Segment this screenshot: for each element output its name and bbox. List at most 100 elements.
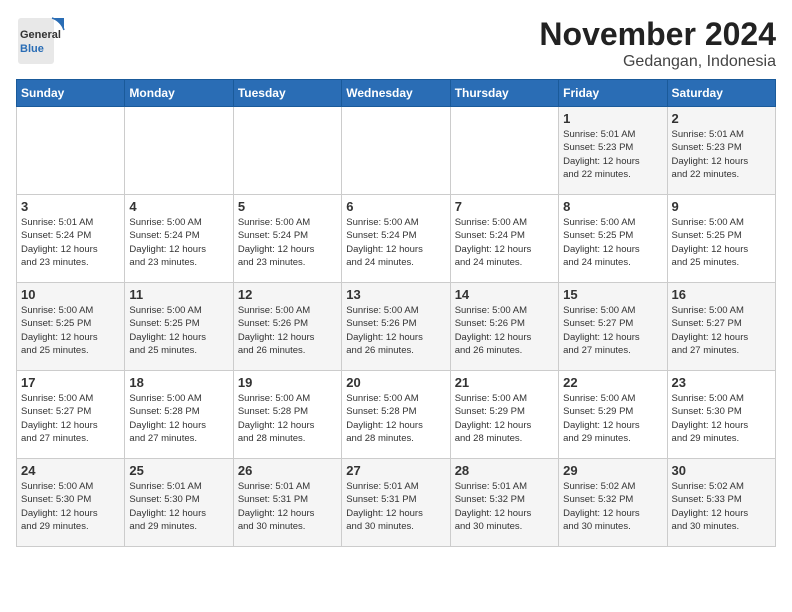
- calendar-cell: 27 Sunrise: 5:01 AM Sunset: 5:31 PM Dayli…: [342, 459, 450, 547]
- calendar-cell: 9 Sunrise: 5:00 AM Sunset: 5:25 PM Daylig…: [667, 195, 775, 283]
- calendar-cell: 21 Sunrise: 5:00 AM Sunset: 5:29 PM Dayli…: [450, 371, 558, 459]
- day-number: 26: [238, 463, 337, 478]
- day-number: 15: [563, 287, 662, 302]
- calendar-cell: 30 Sunrise: 5:02 AM Sunset: 5:33 PM Dayli…: [667, 459, 775, 547]
- logo: General Blue: [16, 16, 66, 66]
- calendar-cell: 1 Sunrise: 5:01 AM Sunset: 5:23 PM Daylig…: [559, 107, 667, 195]
- day-number: 6: [346, 199, 445, 214]
- day-number: 30: [672, 463, 771, 478]
- page-header: General Blue November 2024 Gedangan, Ind…: [16, 16, 776, 71]
- calendar-cell: 7 Sunrise: 5:00 AM Sunset: 5:24 PM Daylig…: [450, 195, 558, 283]
- calendar-cell: [17, 107, 125, 195]
- day-info: Sunrise: 5:00 AM Sunset: 5:25 PM Dayligh…: [563, 216, 662, 269]
- calendar-cell: 15 Sunrise: 5:00 AM Sunset: 5:27 PM Dayli…: [559, 283, 667, 371]
- day-number: 27: [346, 463, 445, 478]
- day-number: 22: [563, 375, 662, 390]
- col-header-saturday: Saturday: [667, 80, 775, 107]
- day-number: 9: [672, 199, 771, 214]
- logo-icon: General Blue: [16, 16, 66, 66]
- calendar-cell: 22 Sunrise: 5:00 AM Sunset: 5:29 PM Dayli…: [559, 371, 667, 459]
- day-info: Sunrise: 5:00 AM Sunset: 5:30 PM Dayligh…: [21, 480, 120, 533]
- col-header-wednesday: Wednesday: [342, 80, 450, 107]
- day-number: 4: [129, 199, 228, 214]
- svg-text:Blue: Blue: [20, 43, 44, 55]
- day-info: Sunrise: 5:00 AM Sunset: 5:25 PM Dayligh…: [672, 216, 771, 269]
- calendar-cell: [342, 107, 450, 195]
- day-info: Sunrise: 5:01 AM Sunset: 5:24 PM Dayligh…: [21, 216, 120, 269]
- calendar-cell: 19Sunrise: 5:00 AM Sunset: 5:28 PM Dayli…: [233, 371, 341, 459]
- day-info: Sunrise: 5:00 AM Sunset: 5:29 PM Dayligh…: [455, 392, 554, 445]
- day-info: Sunrise: 5:00 AM Sunset: 5:27 PM Dayligh…: [563, 304, 662, 357]
- day-info: Sunrise: 5:02 AM Sunset: 5:33 PM Dayligh…: [672, 480, 771, 533]
- day-info: Sunrise: 5:00 AM Sunset: 5:29 PM Dayligh…: [563, 392, 662, 445]
- day-number: 20: [346, 375, 445, 390]
- day-number: 16: [672, 287, 771, 302]
- col-header-friday: Friday: [559, 80, 667, 107]
- day-info: Sunrise: 5:00 AM Sunset: 5:27 PM Dayligh…: [672, 304, 771, 357]
- day-info: Sunrise: 5:00 AM Sunset: 5:24 PM Dayligh…: [129, 216, 228, 269]
- day-info: Sunrise: 5:02 AM Sunset: 5:32 PM Dayligh…: [563, 480, 662, 533]
- day-info: Sunrise: 5:00 AM Sunset: 5:24 PM Dayligh…: [455, 216, 554, 269]
- calendar-cell: 4 Sunrise: 5:00 AM Sunset: 5:24 PM Daylig…: [125, 195, 233, 283]
- calendar-cell: [450, 107, 558, 195]
- day-number: 2: [672, 111, 771, 126]
- calendar-cell: 3 Sunrise: 5:01 AM Sunset: 5:24 PM Daylig…: [17, 195, 125, 283]
- day-number: 7: [455, 199, 554, 214]
- calendar-cell: 16 Sunrise: 5:00 AM Sunset: 5:27 PM Dayli…: [667, 283, 775, 371]
- day-info: Sunrise: 5:00 AM Sunset: 5:27 PM Dayligh…: [21, 392, 120, 445]
- col-header-tuesday: Tuesday: [233, 80, 341, 107]
- page-subtitle: Gedangan, Indonesia: [539, 53, 776, 71]
- calendar-cell: 20 Sunrise: 5:00 AM Sunset: 5:28 PM Dayli…: [342, 371, 450, 459]
- calendar-cell: 13Sunrise: 5:00 AM Sunset: 5:26 PM Dayli…: [342, 283, 450, 371]
- title-block: November 2024 Gedangan, Indonesia: [539, 16, 776, 71]
- day-info: Sunrise: 5:01 AM Sunset: 5:31 PM Dayligh…: [346, 480, 445, 533]
- day-number: 23: [672, 375, 771, 390]
- calendar-cell: 11Sunrise: 5:00 AM Sunset: 5:25 PM Dayli…: [125, 283, 233, 371]
- day-number: 5: [238, 199, 337, 214]
- day-number: 18: [129, 375, 228, 390]
- calendar-cell: 17 Sunrise: 5:00 AM Sunset: 5:27 PM Dayli…: [17, 371, 125, 459]
- day-number: 1: [563, 111, 662, 126]
- calendar-cell: 12 Sunrise: 5:00 AM Sunset: 5:26 PM Dayli…: [233, 283, 341, 371]
- calendar-cell: 14 Sunrise: 5:00 AM Sunset: 5:26 PM Dayli…: [450, 283, 558, 371]
- day-number: 24: [21, 463, 120, 478]
- calendar-cell: 29 Sunrise: 5:02 AM Sunset: 5:32 PM Dayli…: [559, 459, 667, 547]
- calendar-cell: 18 Sunrise: 5:00 AM Sunset: 5:28 PM Dayli…: [125, 371, 233, 459]
- col-header-monday: Monday: [125, 80, 233, 107]
- calendar-cell: 6 Sunrise: 5:00 AM Sunset: 5:24 PM Daylig…: [342, 195, 450, 283]
- day-number: 3: [21, 199, 120, 214]
- day-number: 8: [563, 199, 662, 214]
- day-number: 25: [129, 463, 228, 478]
- calendar-cell: 2 Sunrise: 5:01 AM Sunset: 5:23 PM Daylig…: [667, 107, 775, 195]
- calendar-cell: 25Sunrise: 5:01 AM Sunset: 5:30 PM Dayli…: [125, 459, 233, 547]
- calendar-table: SundayMondayTuesdayWednesdayThursdayFrid…: [16, 79, 776, 547]
- day-number: 17: [21, 375, 120, 390]
- day-info: Sunrise: 5:00 AM Sunset: 5:28 PM Dayligh…: [346, 392, 445, 445]
- col-header-sunday: Sunday: [17, 80, 125, 107]
- week-row-4: 24 Sunrise: 5:00 AM Sunset: 5:30 PM Dayli…: [17, 459, 776, 547]
- day-number: 12: [238, 287, 337, 302]
- calendar-cell: 24 Sunrise: 5:00 AM Sunset: 5:30 PM Dayli…: [17, 459, 125, 547]
- day-info: Sunrise: 5:01 AM Sunset: 5:23 PM Dayligh…: [672, 128, 771, 181]
- day-info: Sunrise: 5:01 AM Sunset: 5:23 PM Dayligh…: [563, 128, 662, 181]
- calendar-cell: [233, 107, 341, 195]
- day-info: Sunrise: 5:00 AM Sunset: 5:28 PM Dayligh…: [129, 392, 228, 445]
- day-number: 29: [563, 463, 662, 478]
- day-info: Sunrise: 5:00 AM Sunset: 5:26 PM Dayligh…: [455, 304, 554, 357]
- day-info: Sunrise: 5:00 AM Sunset: 5:25 PM Dayligh…: [21, 304, 120, 357]
- calendar-cell: [125, 107, 233, 195]
- day-number: 11: [129, 287, 228, 302]
- day-number: 21: [455, 375, 554, 390]
- calendar-cell: 10Sunrise: 5:00 AM Sunset: 5:25 PM Dayli…: [17, 283, 125, 371]
- day-info: Sunrise: 5:00 AM Sunset: 5:24 PM Dayligh…: [238, 216, 337, 269]
- calendar-cell: 5 Sunrise: 5:00 AM Sunset: 5:24 PM Daylig…: [233, 195, 341, 283]
- week-row-0: 1 Sunrise: 5:01 AM Sunset: 5:23 PM Daylig…: [17, 107, 776, 195]
- calendar-cell: 26Sunrise: 5:01 AM Sunset: 5:31 PM Dayli…: [233, 459, 341, 547]
- day-info: Sunrise: 5:00 AM Sunset: 5:24 PM Dayligh…: [346, 216, 445, 269]
- day-info: Sunrise: 5:00 AM Sunset: 5:26 PM Dayligh…: [238, 304, 337, 357]
- day-info: Sunrise: 5:00 AM Sunset: 5:28 PM Dayligh…: [238, 392, 337, 445]
- calendar-cell: 28Sunrise: 5:01 AM Sunset: 5:32 PM Dayli…: [450, 459, 558, 547]
- day-number: 28: [455, 463, 554, 478]
- svg-text:General: General: [20, 29, 61, 41]
- day-number: 14: [455, 287, 554, 302]
